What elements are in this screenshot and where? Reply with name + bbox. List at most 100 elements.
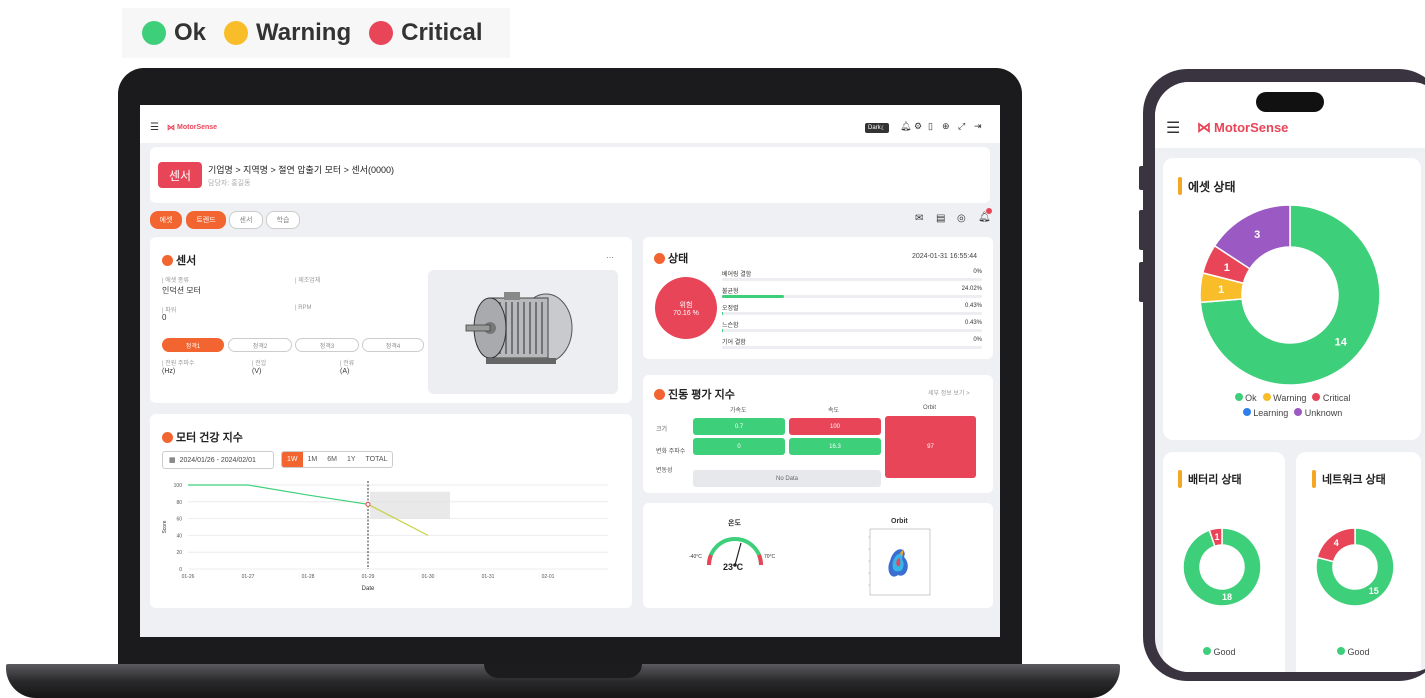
more-menu-icon[interactable]: ··· [606, 253, 614, 262]
sensor-card-title: 센서 [162, 252, 196, 268]
health-card-title: 모터 건강 지수 [162, 429, 243, 445]
sensor-section-icon [162, 254, 173, 266]
asset-status-title-text: 에셋 상태 [1188, 179, 1236, 194]
dark-toggle[interactable]: Dark ☾ [865, 123, 890, 133]
bell-icon[interactable]: 🔔︎ [900, 121, 911, 132]
ok-dot-icon [142, 21, 166, 45]
vibration-section-icon [654, 388, 665, 400]
good-dot-icon [1203, 647, 1211, 655]
slice-label: 1 [1218, 284, 1224, 296]
network-title-text: 네트워크 상태 [1322, 474, 1386, 486]
range-selector: 1W 1M 6M 1Y TOTAL [281, 451, 394, 468]
status-title-text: 상태 [668, 253, 689, 265]
menu-icon[interactable]: ☰ [150, 122, 159, 133]
range-1m[interactable]: 1M [303, 452, 323, 467]
mail-icon[interactable]: ✉ [915, 213, 923, 224]
tab-label: 트렌드 [196, 217, 216, 224]
phone-brand-name: MotorSense [1214, 120, 1289, 135]
status-card-title: 상태 [654, 250, 688, 266]
calendar-icon: ▦ [169, 457, 176, 464]
rated-tab-4[interactable]: 정격4 [362, 338, 424, 352]
field-label: | 제조업체 [295, 278, 321, 284]
temp-value: 23°C [723, 562, 744, 572]
x-tick-label: 01-26 [182, 574, 195, 580]
title-accent-bar [1312, 470, 1316, 488]
range-1y[interactable]: 1Y [342, 452, 361, 467]
x-tick-label: 01-31 [482, 574, 495, 580]
globe-icon[interactable]: ⊕ [942, 121, 950, 132]
dark-toggle-label: Dark [868, 125, 881, 131]
status-row-value: 0% [973, 269, 982, 275]
bookmark-icon[interactable]: ▯ [928, 121, 933, 132]
battery-status-donut: 18 1 [1182, 527, 1262, 607]
dashboard-screen: ☰ ⋈ MotorSense Dark ☾ 🔔︎ ⚙ ▯ ⊕ ⤢ ⇥ 센서 기업명… [140, 105, 1000, 637]
critical-dot-icon [1312, 393, 1321, 401]
orbit-cell[interactable]: 97 [885, 416, 976, 478]
row-label: 크기 [656, 427, 668, 433]
status-row-fill [722, 295, 785, 298]
battery-legend: Good [1203, 647, 1236, 657]
y-tick-label: 0 [179, 567, 182, 573]
learning-dot-icon [1242, 408, 1251, 416]
slice-label: 18 [1222, 592, 1232, 602]
velocity-magnitude-cell[interactable]: 100 [789, 418, 881, 435]
legend-label: Learning [1253, 408, 1289, 418]
cell-value: 0.7 [734, 423, 744, 430]
tab-learning[interactable]: 학습 [266, 211, 300, 229]
field-label: | 에셋 종류 [162, 278, 189, 284]
detail-link[interactable]: 세부 정보 보기 > [928, 388, 970, 397]
moon-icon: ☾ [880, 125, 887, 132]
phone-side-button [1139, 166, 1145, 190]
brand-logo-icon: ⋈ [167, 123, 175, 132]
cursor-point [365, 501, 371, 507]
status-row-fill [722, 329, 724, 332]
accel-frequency-cell[interactable]: 0 [693, 438, 785, 455]
slice-label: 1 [1214, 532, 1219, 542]
tab-label: 학습 [276, 217, 290, 224]
y-axis-label: Score [162, 520, 168, 533]
temperature-gauge [707, 537, 763, 567]
target-icon[interactable]: ◎ [957, 213, 966, 224]
slice-label: 15 [1369, 586, 1379, 596]
tab-asset[interactable]: 에셋 [150, 211, 182, 229]
date-range-picker[interactable]: ▦ 2024/01/26 - 2024/02/01 [162, 451, 274, 469]
legend-warning: Warning [224, 19, 351, 47]
phone-logo-icon: ⋈ [1197, 119, 1211, 135]
rated-tab-1[interactable]: 정격1 [162, 338, 224, 352]
rated-tab-label: 정격3 [319, 343, 335, 350]
y-tick-label: 40 [176, 533, 182, 539]
rated-label: | 전류 [340, 361, 355, 367]
legend-ok: Ok [1234, 393, 1257, 403]
range-1w[interactable]: 1W [282, 452, 303, 467]
range-total[interactable]: TOTAL [361, 452, 393, 467]
range-6m[interactable]: 6M [322, 452, 342, 467]
status-timestamp: 2024-01-31 16:55:44 [912, 253, 977, 260]
document-icon[interactable]: ▤ [936, 213, 945, 224]
status-row-value: 0.43% [964, 320, 982, 326]
logout-icon[interactable]: ⇥ [974, 121, 982, 132]
accel-magnitude-cell[interactable]: 0.7 [693, 418, 785, 435]
settings-icon[interactable]: ⚙ [914, 121, 922, 132]
fullscreen-icon[interactable]: ⤢ [958, 121, 965, 132]
velocity-frequency-cell[interactable]: 16.3 [789, 438, 881, 455]
highlight-band [370, 491, 450, 519]
legend-critical: Critical [1312, 393, 1350, 403]
rated-tab-2[interactable]: 정격2 [228, 338, 292, 352]
cell-value: No Data [775, 475, 798, 482]
tab-sensor[interactable]: 센서 [229, 211, 263, 229]
variability-cell[interactable]: No Data [693, 470, 881, 487]
y-tick-label: 60 [176, 517, 182, 523]
legend-label: Warning [1273, 393, 1307, 403]
notification-badge [986, 208, 992, 214]
phone-menu-icon[interactable]: ☰ [1166, 118, 1180, 138]
warning-dot-icon [224, 21, 249, 45]
health-line-chart: 0 20 40 60 80 100 01-26 01-27 01-28 01-29 01-30 01-… [162, 481, 608, 592]
status-row-label: 기어 결함 [722, 340, 746, 346]
status-legend: Ok Warning Critical [122, 8, 510, 58]
network-status-donut: 15 4 [1315, 527, 1395, 607]
status-section-icon [654, 252, 665, 264]
network-status-title: 네트워크 상태 [1312, 470, 1386, 488]
rated-tab-3[interactable]: 정격3 [295, 338, 359, 352]
tab-trend[interactable]: 트렌드 [186, 211, 226, 229]
legend-label: Critical [1322, 393, 1351, 403]
